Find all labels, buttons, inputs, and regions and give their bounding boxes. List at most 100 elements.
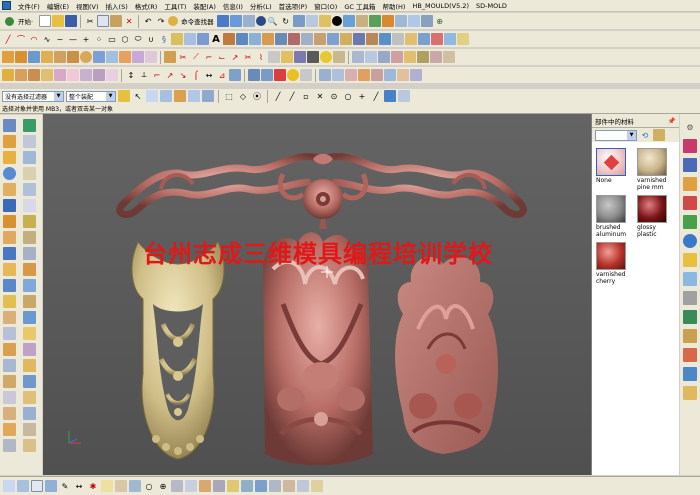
paste-icon[interactable] [110,15,123,27]
dimension-icon[interactable]: ↕ [125,69,137,81]
material-item[interactable]: None [596,148,632,191]
deselect-icon[interactable] [160,90,172,102]
ejector-icon[interactable] [410,69,422,81]
refresh-icon[interactable]: ⟲ [639,129,651,141]
start-button[interactable]: 开始· [2,16,38,26]
menu-sd-mold[interactable]: SD-MOLD [476,2,507,10]
menu-edit[interactable]: 编辑(E) [47,1,69,11]
existing-point-snap-icon[interactable]: + [356,90,368,102]
zoom-icon[interactable]: 🔍 [267,15,279,27]
electrode-icon[interactable] [371,69,383,81]
menu-analysis[interactable]: 分析(L) [250,1,272,11]
menu-information[interactable]: 信息(I) [223,1,243,11]
menu-preferences[interactable]: 首选项(P) [279,1,308,11]
point-on-curve-snap-icon[interactable]: ╱ [370,90,382,102]
cylinder-icon[interactable] [54,51,66,63]
mold-tool-10-icon[interactable] [23,295,36,308]
dimension-bottom-icon[interactable]: ↔ [73,480,85,492]
match-edge-icon[interactable]: ⊿ [216,69,228,81]
mold-tool-4-icon[interactable] [23,247,36,260]
mesh-icon[interactable] [418,33,430,45]
table-icon[interactable] [17,480,29,492]
command-finder-label[interactable]: 命令查找器 [181,16,214,26]
parting-icon[interactable] [384,69,396,81]
sew-icon[interactable] [352,51,364,63]
section-view-icon[interactable] [300,69,312,81]
point-icon[interactable]: + [80,33,92,45]
menu-format[interactable]: 格式(R) [135,1,158,11]
select-all-icon[interactable] [146,90,158,102]
select-body-icon[interactable] [202,90,214,102]
i-form-icon[interactable]: ↔ [203,69,215,81]
menu-view[interactable]: 视图(V) [76,1,99,11]
perspective-icon[interactable] [305,15,318,27]
show-icon[interactable] [407,15,420,27]
text-icon[interactable]: A [210,33,222,45]
intersection-snap-icon[interactable]: ✕ [314,90,326,102]
shading-icon[interactable] [242,15,255,27]
select-arrow-icon[interactable]: ↖ [132,90,144,102]
material-item[interactable]: varnished cherry [596,242,632,285]
mold-tool-17-icon[interactable] [3,359,16,372]
rectangle-select-icon[interactable]: ⬚ [223,90,235,102]
fit-view-icon[interactable] [255,16,266,26]
menu-insert[interactable]: 插入(S) [106,1,128,11]
extend-sheet-icon[interactable]: ↗ [164,69,176,81]
face-color-icon[interactable] [431,33,443,45]
mold-tool-9-icon[interactable] [3,295,16,308]
ellipse-icon[interactable]: ⬭ [132,33,144,45]
quadrant-snap-icon[interactable]: ○ [342,90,354,102]
pin-icon[interactable]: 📌 [668,117,676,125]
split-body-icon[interactable]: ⌙ [216,51,228,63]
lasso-select-icon[interactable]: ⦿ [251,90,263,102]
knowledge-fusion-icon[interactable] [23,215,36,228]
view-icon[interactable] [45,480,57,492]
centerline-icon[interactable]: ⊕ [157,480,169,492]
helix-icon[interactable]: § [158,33,170,45]
render-style-icon[interactable] [318,15,331,27]
sweep-icon[interactable] [28,51,40,63]
mold-tool-24-icon[interactable] [23,407,36,420]
point-set-icon[interactable]: ⁘ [93,33,105,45]
isoparametric-curve-icon[interactable] [366,33,378,45]
grid-icon[interactable] [3,480,15,492]
curve-display-icon[interactable] [444,33,456,45]
web-browser-icon[interactable] [3,167,16,180]
plot-icon[interactable] [283,480,295,492]
edit-feature-icon[interactable] [15,69,27,81]
app-logo-icon[interactable] [2,1,11,10]
mold-tool-16-icon[interactable] [23,343,36,356]
true-shading-icon[interactable] [355,15,368,27]
polygon-icon[interactable]: ⬡ [119,33,131,45]
visual-effects-icon[interactable] [23,183,36,196]
invert-show-icon[interactable] [420,15,433,27]
chamfer-icon[interactable]: ✂ [242,51,254,63]
pocket-icon[interactable] [119,51,131,63]
remove-parameters-icon[interactable] [106,69,118,81]
unite-icon[interactable] [164,51,176,63]
line-icon[interactable]: ╱ [2,33,14,45]
move-face-icon[interactable] [417,51,429,63]
gold-ornament[interactable] [131,241,225,460]
ug-mode-icon[interactable] [3,215,16,228]
bridge-curve-icon[interactable] [262,33,274,45]
navigator-icon[interactable] [23,119,36,132]
mold-tool-13-icon[interactable] [3,327,16,340]
boss-icon[interactable] [106,51,118,63]
suppress-feature-icon[interactable] [54,69,66,81]
parabola-icon[interactable]: ∪ [145,33,157,45]
mold-tool-8-icon[interactable] [23,279,36,292]
print-icon[interactable] [269,480,281,492]
hole-icon[interactable] [93,51,105,63]
mold-tool-25-icon[interactable] [3,423,16,436]
scene-tab-icon[interactable] [683,272,697,286]
mid-point-snap-icon[interactable]: ╱ [286,90,298,102]
roles-icon[interactable] [3,119,16,132]
annotation-icon[interactable]: ✎ [59,480,71,492]
resize-face-icon[interactable] [430,51,442,63]
sync-modeling-icon[interactable] [443,51,455,63]
mold-tool-23-icon[interactable] [3,407,16,420]
assembly-icon[interactable] [23,135,36,148]
mold-tool-12-icon[interactable] [23,311,36,324]
global-shaping-icon[interactable] [229,69,241,81]
